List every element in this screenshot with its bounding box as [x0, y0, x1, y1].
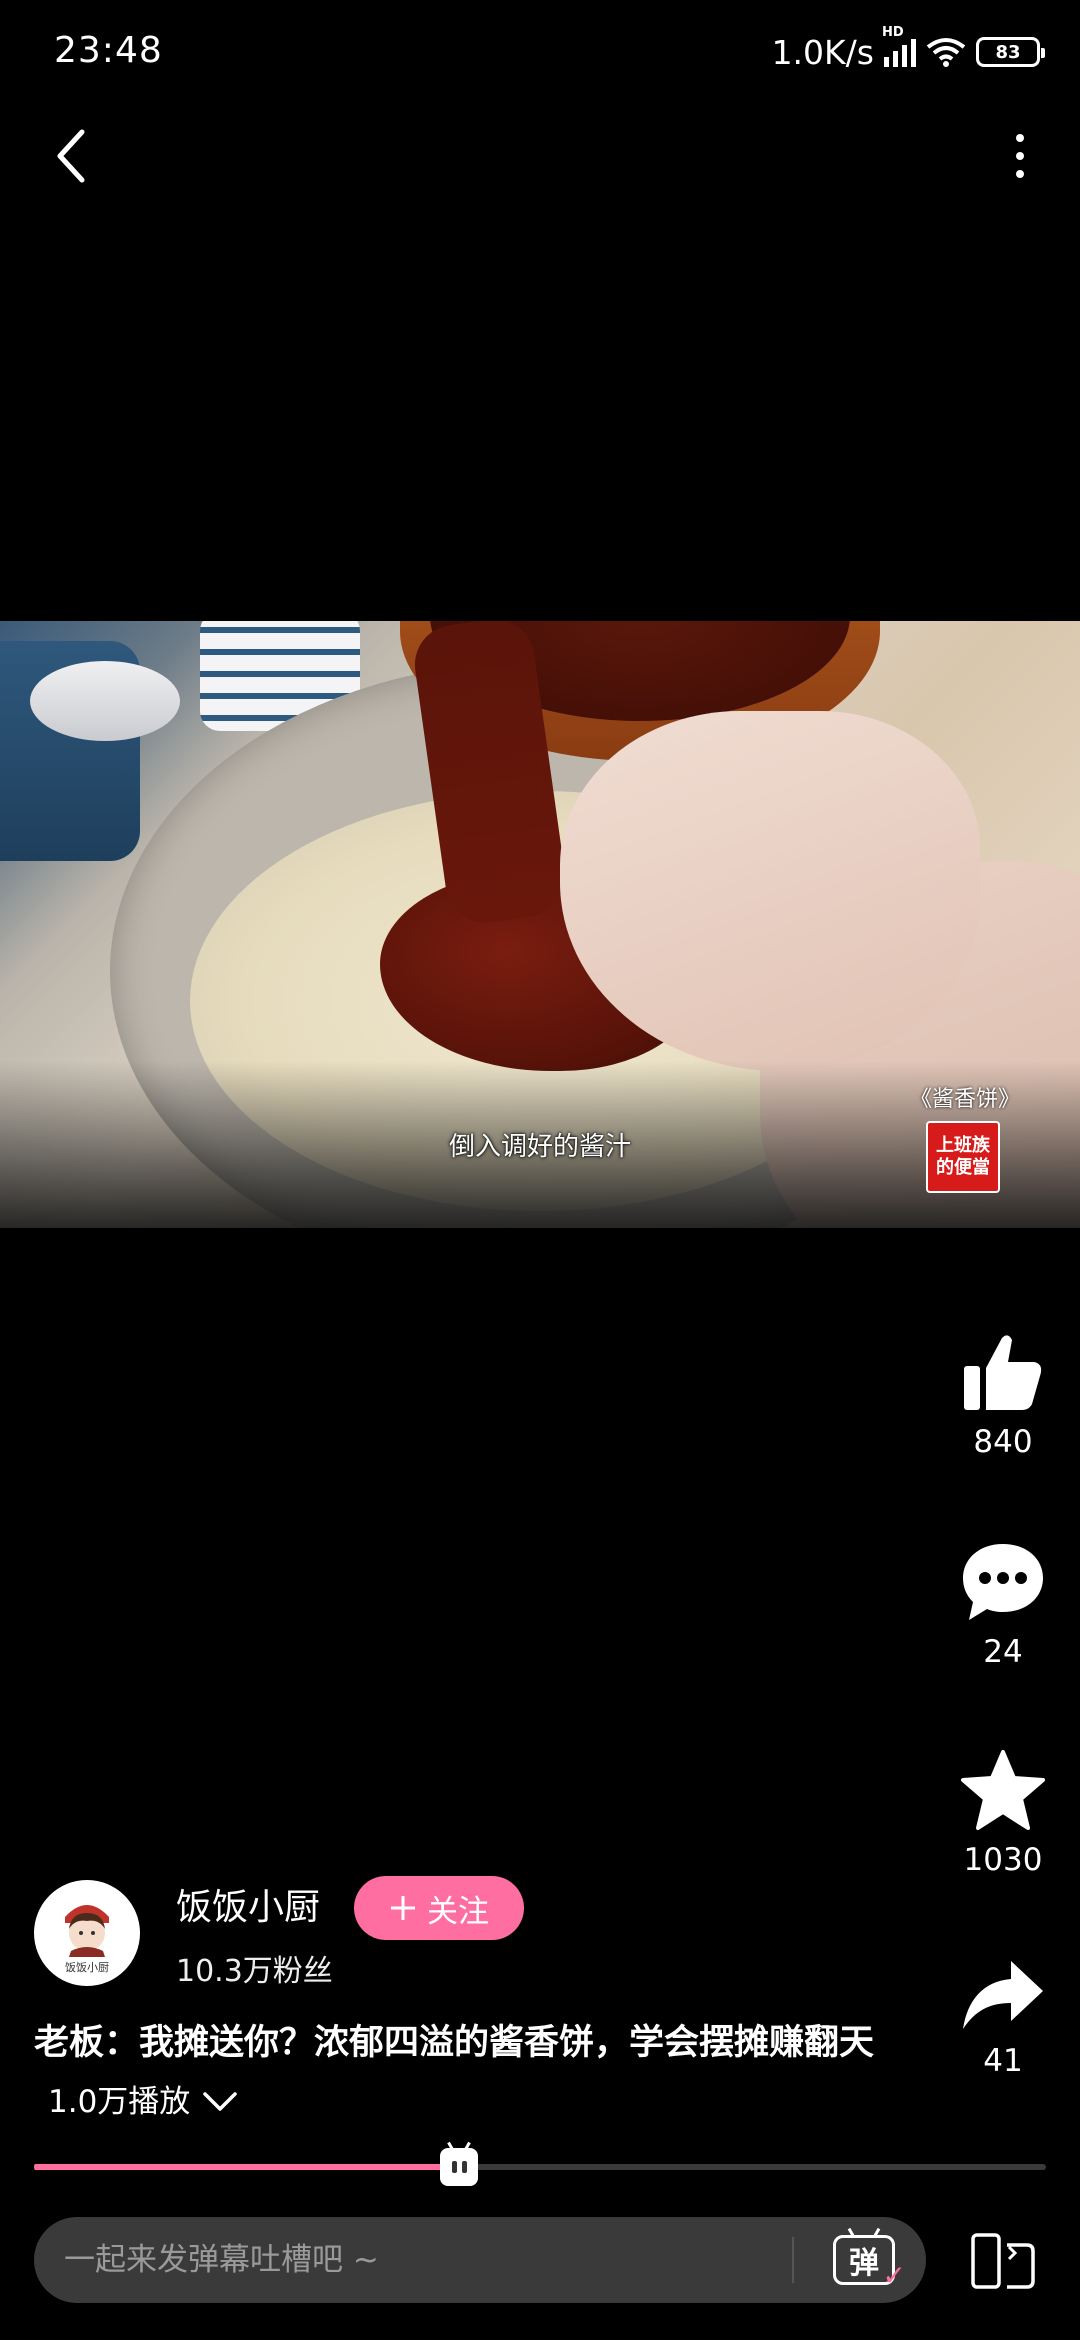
author-avatar[interactable]: 饭饭小厨 [34, 1880, 140, 1986]
danmu-toggle-label: 弹 [849, 2246, 879, 2281]
more-vertical-icon [1016, 134, 1024, 142]
status-icons: 1.0K/s HD 83 [771, 25, 1045, 74]
danmu-bar: 弹 ✓ [34, 2217, 926, 2303]
like-count: 840 [973, 1424, 1033, 1460]
comment-icon [963, 1544, 1043, 1620]
battery-icon: 83 [976, 37, 1045, 67]
signal-icon: HD [882, 25, 916, 67]
chef-avatar-icon: 饭饭小厨 [37, 1883, 137, 1983]
play-count: 1.0万播放 [48, 2084, 191, 2120]
chevron-down-icon[interactable] [202, 2073, 238, 2131]
progress-fill [34, 2164, 460, 2170]
star-icon [961, 1750, 1045, 1830]
favorite-button[interactable]: 1030 [948, 1748, 1058, 1878]
more-options-button[interactable] [990, 120, 1050, 192]
share-button[interactable]: 41 [948, 1955, 1058, 2079]
video-player[interactable]: 倒入调好的酱汁 《酱香饼》 上班族 的便當 [0, 621, 1080, 1228]
watermark-title: 《酱香饼》 [909, 1087, 1020, 1112]
rotate-screen-button[interactable] [966, 2226, 1042, 2296]
danmu-toggle-button[interactable]: 弹 ✓ [814, 2223, 914, 2297]
follow-button[interactable]: 关注 [354, 1876, 524, 1940]
video-subtitle: 倒入调好的酱汁 [448, 1132, 631, 1162]
like-button[interactable]: 840 [948, 1330, 1058, 1460]
watermark-logo: 上班族 的便當 [926, 1121, 1000, 1193]
danmu-input[interactable] [64, 2217, 804, 2303]
back-button[interactable] [40, 120, 100, 192]
check-icon: ✓ [882, 2259, 906, 2292]
danmu-icon: 弹 ✓ [833, 2235, 906, 2292]
follow-label: 关注 [427, 1893, 489, 1930]
favorite-count: 1030 [963, 1842, 1043, 1878]
hd-badge: HD [882, 25, 904, 40]
avatar-caption: 饭饭小厨 [65, 1961, 109, 1974]
share-count: 41 [983, 2043, 1023, 2079]
watermark-logo-line2: 的便當 [936, 1157, 990, 1178]
comment-button[interactable]: 24 [948, 1540, 1058, 1670]
plus-icon [391, 1896, 415, 1920]
share-icon [963, 1961, 1043, 2029]
author-name[interactable]: 饭饭小厨 [176, 1878, 320, 1930]
wifi-icon [926, 37, 966, 67]
comment-count: 24 [983, 1634, 1023, 1670]
video-scene-jar-lid [30, 661, 180, 741]
chevron-left-icon [57, 129, 85, 183]
watermark-logo-line1: 上班族 [936, 1135, 990, 1156]
fan-count: 10.3万粉丝 [176, 1954, 333, 1989]
network-speed: 1.0K/s [771, 32, 874, 72]
video-progress-bar[interactable] [34, 2148, 1046, 2186]
thumbs-up-icon [964, 1335, 1042, 1410]
progress-knob[interactable] [440, 2148, 479, 2186]
status-bar: 23:48 1.0K/s HD 83 [0, 0, 1080, 100]
video-title-text: 老板：我摊送你？浓郁四溢的酱香饼，学会摆摊赚翻天 [34, 2023, 875, 2063]
video-title[interactable]: 老板：我摊送你？浓郁四溢的酱香饼，学会摆摊赚翻天 1.0万播放 [34, 2014, 894, 2131]
divider [792, 2237, 794, 2283]
status-time: 23:48 [54, 30, 163, 71]
rotate-screen-icon [971, 2233, 1035, 2289]
